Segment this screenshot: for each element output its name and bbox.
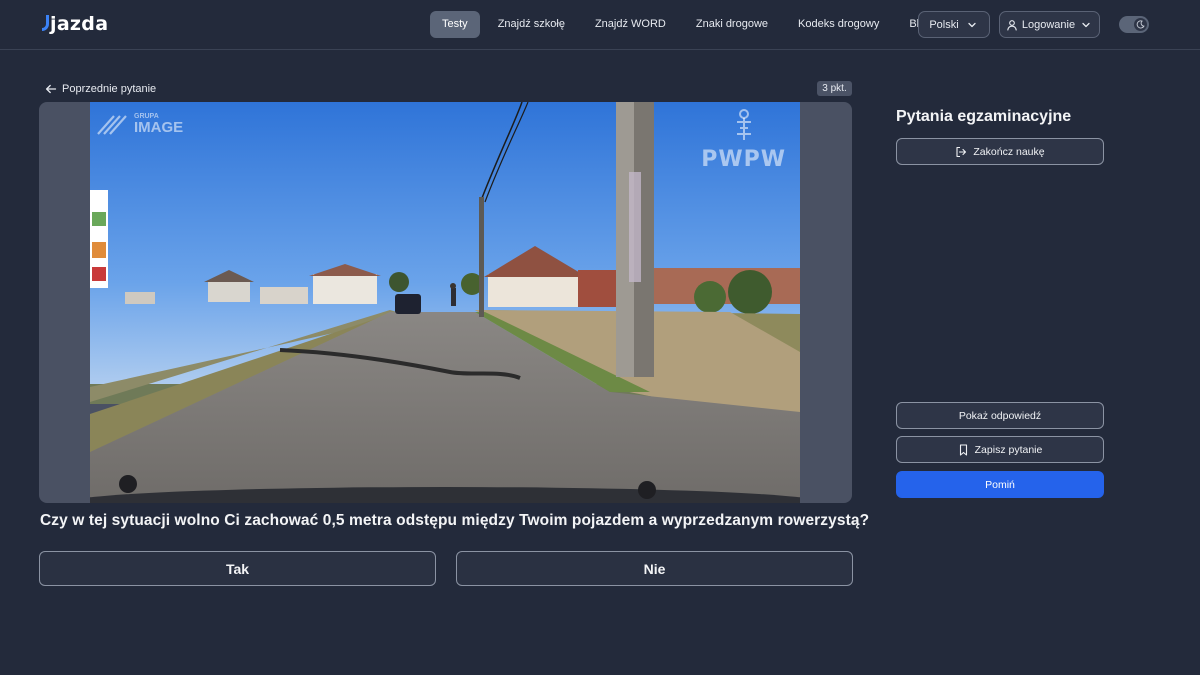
- road-scene-image: GRUPA IMAGE PWPW: [90, 102, 800, 503]
- bookmark-icon: [959, 443, 967, 456]
- arrow-left-icon: [45, 84, 57, 94]
- watermark-right-text: PWPW: [701, 147, 786, 172]
- theme-toggle-knob: [1134, 18, 1147, 31]
- nav-item-testy[interactable]: Testy: [430, 11, 480, 38]
- language-label: Polski: [929, 18, 959, 31]
- question-text: Czy w tej sytuacji wolno Ci zachować 0,5…: [40, 512, 870, 529]
- pwpw-eagle-icon: [736, 109, 751, 140]
- watermark-left-text: IMAGE: [134, 119, 184, 136]
- theme-toggle[interactable]: [1119, 16, 1149, 33]
- points-badge: 3 pkt.: [817, 81, 852, 96]
- finish-learning-button[interactable]: Zakończ naukę: [896, 138, 1104, 165]
- language-select[interactable]: Polski: [918, 11, 990, 38]
- nav-item-kodeks-drogowy[interactable]: Kodeks drogowy: [786, 11, 891, 38]
- watermark-left: GRUPA IMAGE: [96, 112, 183, 136]
- show-answer-label: Pokaż odpowiedź: [958, 409, 1042, 422]
- skip-label: Pomiń: [985, 478, 1015, 491]
- question-media: GRUPA IMAGE PWPW: [39, 102, 852, 503]
- watermark-right: PWPW: [701, 108, 786, 172]
- skip-button[interactable]: Pomiń: [896, 471, 1104, 498]
- save-question-button[interactable]: Zapisz pytanie: [896, 436, 1104, 463]
- finish-learning-label: Zakończ naukę: [973, 145, 1045, 158]
- sidebar-title: Pytania egzaminacyjne: [896, 108, 1072, 125]
- logo[interactable]: jazda: [42, 11, 108, 37]
- user-icon: [1007, 19, 1017, 31]
- chevron-down-icon: [1082, 22, 1090, 27]
- grupa-image-logo-icon: [97, 115, 127, 135]
- car: [395, 294, 421, 314]
- answer-yes-button[interactable]: Tak: [39, 551, 436, 586]
- road-scene-illustration: [90, 102, 800, 503]
- answer-no-button[interactable]: Nie: [456, 551, 853, 586]
- previous-question-link[interactable]: Poprzednie pytanie: [45, 81, 156, 97]
- logo-swoosh-icon: [42, 15, 49, 31]
- nav-item-znaki-drogowe[interactable]: Znaki drogowe: [684, 11, 780, 38]
- save-question-label: Zapisz pytanie: [974, 443, 1043, 456]
- previous-question-label: Poprzednie pytanie: [62, 83, 157, 95]
- logout-icon: [956, 146, 967, 157]
- main-nav: Testy Znajdź szkołę Znajdź WORD Znaki dr…: [430, 11, 949, 38]
- cyclist: [451, 288, 456, 306]
- login-label: Logowanie: [1021, 18, 1076, 31]
- chevron-down-icon: [968, 22, 976, 27]
- login-button[interactable]: Logowanie: [999, 11, 1100, 38]
- logo-text: jazda: [50, 13, 109, 35]
- nav-item-znajdz-szkole[interactable]: Znajdź szkołę: [486, 11, 577, 38]
- top-header: jazda Testy Znajdź szkołę Znajdź WORD Zn…: [0, 0, 1200, 50]
- show-answer-button[interactable]: Pokaż odpowiedź: [896, 402, 1104, 429]
- nav-item-znajdz-word[interactable]: Znajdź WORD: [583, 11, 678, 38]
- moon-icon: [1136, 20, 1145, 29]
